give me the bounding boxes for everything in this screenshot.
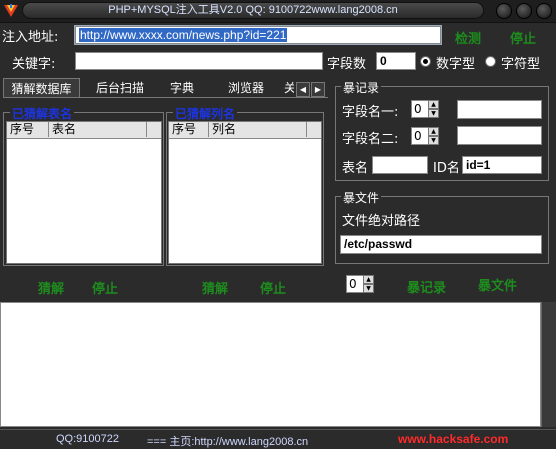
columns-col-name[interactable]: 列名 — [209, 122, 307, 137]
detect-button[interactable]: 检测 — [455, 28, 481, 47]
id-name-input[interactable]: id=1 — [462, 156, 542, 174]
id-name-label: ID名 — [433, 161, 460, 176]
field2-spinner-value[interactable]: 0 — [411, 127, 429, 145]
tables-col-index[interactable]: 序号 — [7, 122, 49, 137]
status-qq: QQ:9100722 — [56, 433, 119, 445]
field1-label: 字段名一: — [342, 105, 399, 120]
stop-tables-button[interactable]: 停止 — [92, 278, 118, 297]
watermark: www.hacksafe.com — [398, 432, 509, 446]
dump-file-button[interactable]: 暴文件 — [478, 275, 517, 294]
tab-dictionary[interactable]: 字典 — [160, 78, 204, 98]
window-title: PHP+MYSQL注入工具V2.0 QQ: 9100722www.lang200… — [22, 2, 484, 19]
guess-columns-button[interactable]: 猜解 — [202, 278, 228, 297]
tab-scroll-left-icon[interactable]: ◀ — [296, 82, 310, 97]
tables-list-header: 序号 表名 — [7, 122, 161, 139]
maximize-button[interactable] — [516, 3, 532, 19]
record-index-spinner-value[interactable]: 0 — [346, 275, 364, 293]
output-scrollbar[interactable] — [541, 302, 556, 427]
url-label: 注入地址: — [2, 30, 59, 45]
field-count-input[interactable]: 0 — [376, 52, 416, 70]
file-path-input[interactable]: /etc/passwd — [340, 235, 542, 254]
tab-guess-database[interactable]: 猜解数据库 — [3, 78, 80, 98]
record-index-spinner[interactable]: 0 ▲ ▼ — [346, 275, 374, 293]
field1-spin-up-icon[interactable]: ▲ — [428, 100, 439, 109]
string-type-label: 字符型 — [501, 57, 541, 72]
tab-about[interactable]: 关 — [284, 78, 294, 98]
close-button[interactable] — [536, 3, 552, 19]
field-count-label: 字段数 — [327, 57, 367, 72]
file-path-label: 文件绝对路径 — [342, 214, 421, 229]
field2-spin-down-icon[interactable]: ▼ — [428, 136, 439, 145]
tab-browser[interactable]: 浏览器 — [218, 78, 274, 98]
field1-spinner[interactable]: 0 ▲ ▼ — [411, 100, 439, 118]
columns-list[interactable]: 序号 列名 — [168, 121, 322, 264]
files-group-title: 暴文件 — [341, 189, 382, 206]
status-bar: QQ:9100722 === 主页:http://www.lang2008.cn… — [0, 429, 556, 449]
url-input[interactable]: http://www.xxxx.com/news.php?id=221 — [74, 25, 442, 45]
record-spin-down-icon[interactable]: ▼ — [363, 284, 374, 293]
keyword-input[interactable] — [75, 52, 323, 70]
guess-tables-button[interactable]: 猜解 — [38, 278, 64, 297]
record-spin-up-icon[interactable]: ▲ — [363, 275, 374, 284]
tab-scroll-right-icon[interactable]: ▶ — [311, 82, 325, 97]
columns-col-index[interactable]: 序号 — [169, 122, 209, 137]
field1-input[interactable] — [457, 100, 542, 119]
records-group-title: 暴记录 — [341, 79, 382, 96]
dump-records-button[interactable]: 暴记录 — [407, 277, 446, 296]
keyword-label: 关键字: — [12, 57, 56, 72]
table-name-input[interactable] — [372, 156, 428, 174]
field1-spin-down-icon[interactable]: ▼ — [428, 109, 439, 118]
columns-group-title: 已猜解列名 — [173, 105, 238, 122]
string-type-radio[interactable] — [485, 56, 496, 67]
field2-spinner[interactable]: 0 ▲ ▼ — [411, 127, 439, 145]
table-name-label: 表名 — [342, 161, 369, 176]
tables-col-name[interactable]: 表名 — [49, 122, 147, 137]
field2-label: 字段名二: — [342, 132, 399, 147]
field2-spin-up-icon[interactable]: ▲ — [428, 127, 439, 136]
tables-list[interactable]: 序号 表名 — [6, 121, 162, 264]
stop-columns-button[interactable]: 停止 — [260, 278, 286, 297]
status-homepage: === 主页:http://www.lang2008.cn — [147, 436, 309, 448]
tab-divider — [3, 97, 328, 98]
app-logo-icon — [4, 4, 18, 17]
columns-list-header: 序号 列名 — [169, 122, 321, 139]
field1-spinner-value[interactable]: 0 — [411, 100, 429, 118]
title-bar[interactable]: PHP+MYSQL注入工具V2.0 QQ: 9100722www.lang200… — [0, 0, 556, 23]
stop-detect-button[interactable]: 停止 — [510, 28, 536, 47]
url-input-value: http://www.xxxx.com/news.php?id=221 — [79, 28, 288, 42]
field2-input[interactable] — [457, 126, 542, 145]
numeric-type-label: 数字型 — [436, 57, 476, 72]
output-textarea[interactable] — [0, 302, 541, 427]
minimize-button[interactable] — [496, 3, 512, 19]
numeric-type-radio[interactable] — [420, 56, 431, 67]
tab-backend-scan[interactable]: 后台扫描 — [90, 78, 150, 98]
tables-group-title: 已猜解表名 — [10, 105, 75, 122]
